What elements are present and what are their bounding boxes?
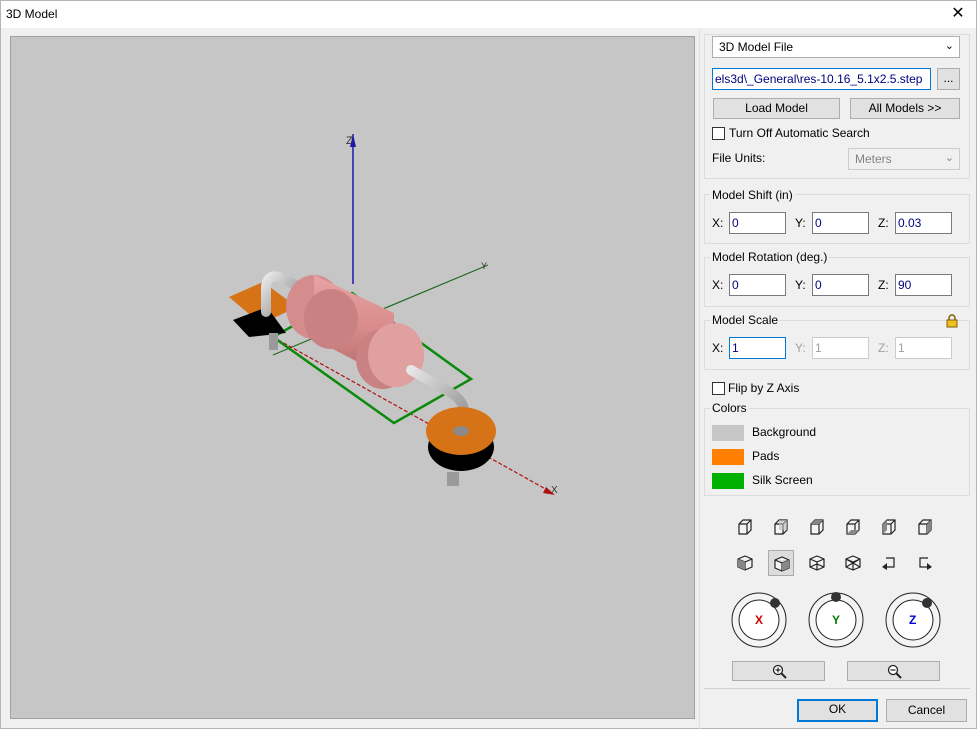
rotation-x-input[interactable]: 0 xyxy=(729,274,786,296)
cube-bottom-icon xyxy=(846,519,860,535)
z-axis-label: Z xyxy=(346,135,353,147)
3d-scene: Z Y X xyxy=(229,134,558,496)
model-scale-title: Model Scale xyxy=(710,313,781,327)
isometric-cube-icon xyxy=(774,556,790,572)
pads-color-swatch[interactable] xyxy=(712,449,744,465)
silk-screen-color-label: Silk Screen xyxy=(752,473,813,487)
shift-y-label: Y: xyxy=(795,216,806,230)
scale-z-input[interactable]: 1 xyxy=(895,337,952,359)
model-source-select[interactable]: 3D Model File ⌄ xyxy=(712,36,960,58)
cube-back-icon xyxy=(774,519,788,535)
footer-divider xyxy=(704,688,970,689)
shift-x-label: X: xyxy=(712,216,724,230)
chevron-down-icon: ⌄ xyxy=(944,40,954,52)
right-pad-hole xyxy=(453,426,469,436)
window-title: 3D Model xyxy=(6,7,58,21)
view-right-button[interactable] xyxy=(912,514,938,540)
auto-search-label: Turn Off Automatic Search xyxy=(729,126,870,140)
rotate-z-label: Z xyxy=(909,613,917,627)
scale-y-label: Y: xyxy=(795,341,806,355)
view-back-button[interactable] xyxy=(768,514,794,540)
load-model-button[interactable]: Load Model xyxy=(713,98,840,119)
view-iso-2-button[interactable] xyxy=(768,550,794,576)
rotate-ccw-icon xyxy=(882,557,895,570)
dialog-window: 3D Model ✕ Z Y X 3D Model File ⌄ els3d\_… xyxy=(0,0,977,729)
rotate-x-dial[interactable]: X xyxy=(730,590,788,648)
close-icon[interactable]: ✕ xyxy=(948,4,968,24)
isometric-cube-icon xyxy=(845,555,861,571)
isometric-cube-icon xyxy=(737,555,753,571)
zoom-in-button[interactable] xyxy=(732,661,825,681)
x-axis-label: X xyxy=(551,485,558,496)
scale-x-input[interactable]: 1 xyxy=(729,337,786,359)
ok-button[interactable]: OK xyxy=(797,699,878,722)
cube-right-icon xyxy=(918,519,932,535)
panel-separator xyxy=(699,29,700,729)
browse-button[interactable]: ... xyxy=(937,68,960,90)
rotation-z-input[interactable]: 90 xyxy=(895,274,952,296)
chevron-down-icon: ⌄ xyxy=(944,152,954,164)
lock-icon[interactable] xyxy=(946,314,958,328)
auto-search-checkbox[interactable] xyxy=(712,127,725,140)
cube-left-icon xyxy=(882,519,896,535)
view-left-button[interactable] xyxy=(876,514,902,540)
model-path-input[interactable]: els3d\_General\res-10.16_5.1x2.5.step xyxy=(712,68,931,90)
right-pin xyxy=(447,472,459,486)
shift-z-input[interactable]: 0.03 xyxy=(895,212,952,234)
colors-title: Colors xyxy=(710,401,749,415)
file-units-value: Meters xyxy=(855,152,892,166)
model-rotation-title: Model Rotation (deg.) xyxy=(710,250,830,264)
view-front-button[interactable] xyxy=(732,514,758,540)
file-units-select[interactable]: Meters ⌄ xyxy=(848,148,960,170)
rotate-right-button[interactable] xyxy=(912,550,938,576)
shift-z-label: Z: xyxy=(878,216,889,230)
rotate-y-label: Y xyxy=(832,613,841,627)
view-iso-3-button[interactable] xyxy=(804,550,830,576)
3d-viewport[interactable]: Z Y X xyxy=(10,36,695,719)
silk-screen-color-swatch[interactable] xyxy=(712,473,744,489)
flip-z-checkbox[interactable] xyxy=(712,382,725,395)
rotate-left-button[interactable] xyxy=(876,550,902,576)
all-models-button[interactable]: All Models >> xyxy=(850,98,960,119)
left-pin xyxy=(269,333,278,350)
rotation-y-label: Y: xyxy=(795,278,806,292)
model-shift-title: Model Shift (in) xyxy=(710,188,795,202)
view-iso-4-button[interactable] xyxy=(840,550,866,576)
rotation-x-label: X: xyxy=(712,278,724,292)
shift-x-input[interactable]: 0 xyxy=(729,212,786,234)
view-bottom-button[interactable] xyxy=(840,514,866,540)
background-color-label: Background xyxy=(752,425,817,439)
pads-color-label: Pads xyxy=(752,449,780,463)
y-axis-label: Y xyxy=(481,261,487,271)
model-source-value: 3D Model File xyxy=(719,40,794,54)
view-top-button[interactable] xyxy=(804,514,830,540)
rotation-y-input[interactable]: 0 xyxy=(812,274,869,296)
rotate-y-dial[interactable]: Y xyxy=(807,590,865,648)
cube-front-icon xyxy=(738,519,752,535)
view-iso-1-button[interactable] xyxy=(732,550,758,576)
rotate-x-label: X xyxy=(755,613,764,627)
rotate-z-dial[interactable]: Z xyxy=(884,590,942,648)
rotate-cw-icon xyxy=(919,557,932,570)
background-color-swatch[interactable] xyxy=(712,425,744,441)
file-units-label: File Units: xyxy=(712,151,766,165)
zoom-in-icon xyxy=(772,664,787,679)
cancel-button[interactable]: Cancel xyxy=(886,699,967,722)
resistor-band-1 xyxy=(304,289,358,349)
rotation-z-label: Z: xyxy=(878,278,889,292)
title-bar: 3D Model ✕ xyxy=(1,1,976,28)
shift-y-input[interactable]: 0 xyxy=(812,212,869,234)
zoom-out-icon xyxy=(887,664,902,679)
isometric-cube-icon xyxy=(809,555,825,571)
cube-top-icon xyxy=(810,519,824,535)
flip-z-label: Flip by Z Axis xyxy=(728,381,800,395)
scale-y-input[interactable]: 1 xyxy=(812,337,869,359)
scale-z-label: Z: xyxy=(878,341,889,355)
scale-x-label: X: xyxy=(712,341,724,355)
zoom-out-button[interactable] xyxy=(847,661,940,681)
